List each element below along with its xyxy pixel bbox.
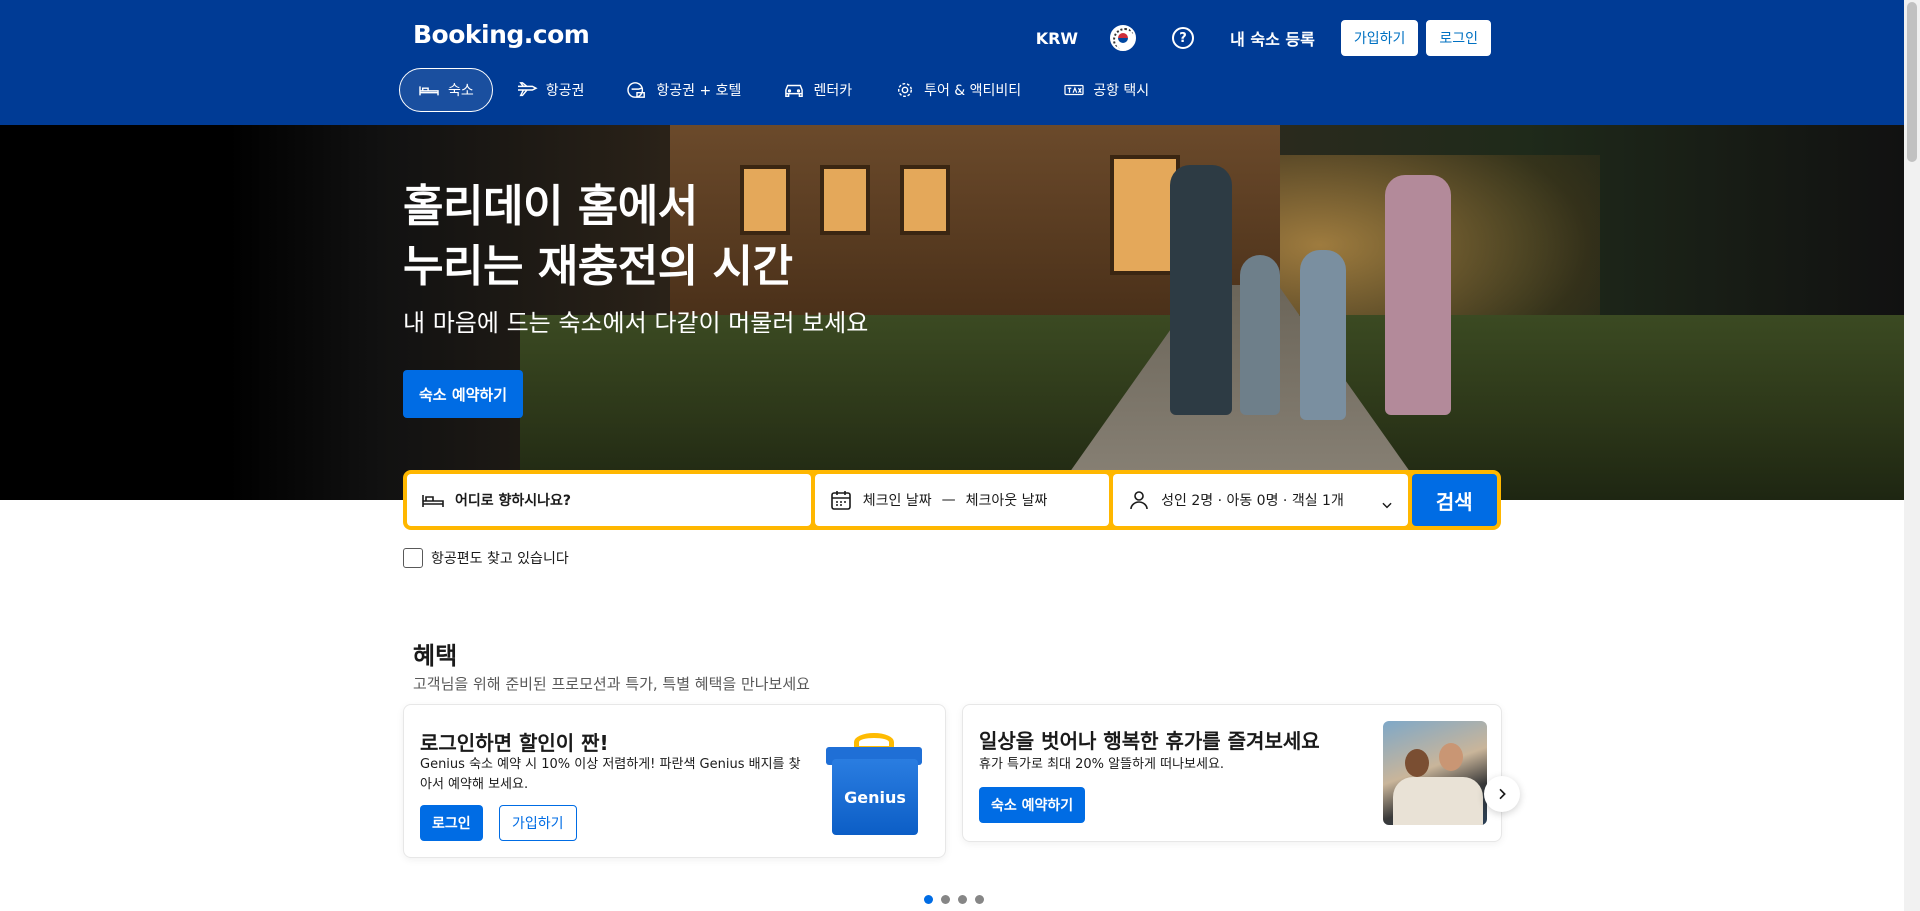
list-property-link[interactable]: 내 숙소 등록 xyxy=(1212,26,1333,50)
hero-title: 홀리데이 홈에서 누리는 재충전의 시간 xyxy=(403,177,793,297)
nav-label: 항공권 xyxy=(545,83,585,99)
card-title: 로그인하면 할인이 짠! xyxy=(420,731,609,755)
register-button[interactable]: 가입하기 xyxy=(1340,20,1419,56)
calendar-icon xyxy=(829,488,853,512)
flight-checkbox-label: 항공편도 찾고 있습니다 xyxy=(431,551,569,567)
checkout-label: 체크아웃 날짜 xyxy=(965,493,1048,509)
hero-subtitle: 내 마음에 드는 숙소에서 다같이 머물러 보세요 xyxy=(403,309,869,337)
photo-shape xyxy=(1405,749,1429,777)
plane-hotel-icon xyxy=(626,81,648,99)
chevron-down-icon xyxy=(1380,493,1394,509)
genius-offer-card: 로그인하면 할인이 짠! Genius 숙소 예약 시 10% 이상 저렴하게!… xyxy=(403,704,946,858)
destination-field[interactable]: 어디로 향하시나요? xyxy=(407,474,811,526)
card-book-button[interactable]: 숙소 예약하기 xyxy=(979,787,1086,823)
occupancy-field[interactable]: 성인 2명 · 아동 0명 · 객실 1개 xyxy=(1113,474,1408,526)
card-text: Genius 숙소 예약 시 10% 이상 저렴하게! 파란색 Genius 배… xyxy=(420,755,815,795)
attraction-icon xyxy=(894,81,916,99)
offers-subtitle: 고객님을 위해 준비된 프로모션과 특가, 특별 혜택을 만나보세요 xyxy=(413,675,810,693)
nav-label: 렌터카 xyxy=(813,83,853,99)
search-button[interactable]: 검색 xyxy=(1411,474,1497,526)
car-icon xyxy=(783,81,805,99)
header-actions: KRW ? 내 숙소 등록 가입하기 로그인 xyxy=(1022,20,1491,56)
language-flag-icon[interactable] xyxy=(1110,25,1137,51)
plane-icon xyxy=(516,81,538,99)
bed-icon xyxy=(418,81,440,99)
carousel-dot[interactable] xyxy=(975,895,984,904)
occupancy-label: 성인 2명 · 아동 0명 · 객실 1개 xyxy=(1161,493,1344,509)
photo-shape xyxy=(1439,743,1463,771)
card-text-line: 아서 예약해 보세요. xyxy=(420,777,529,792)
card-signin-button[interactable]: 로그인 xyxy=(420,805,483,841)
nav-label: 공항 택시 xyxy=(1093,83,1150,99)
date-field[interactable]: 체크인 날짜 — 체크아웃 날짜 xyxy=(814,474,1110,526)
date-dash: — xyxy=(941,492,956,508)
hero-person xyxy=(1170,165,1232,415)
chevron-right-icon xyxy=(1499,788,1506,800)
flight-checkbox-row[interactable]: 항공편도 찾고 있습니다 xyxy=(403,548,569,568)
genius-gift-icon: Genius xyxy=(824,733,922,843)
hero-book-button[interactable]: 숙소 예약하기 xyxy=(403,370,524,418)
product-nav: 숙소 항공권 항공권 + 호텔 렌터카 투어 & 액티비티 공항 택시 xyxy=(399,68,1172,112)
carousel-dot[interactable] xyxy=(941,895,950,904)
destination-placeholder: 어디로 향하시나요? xyxy=(455,493,572,509)
hero-window xyxy=(820,165,870,235)
taxi-icon xyxy=(1063,81,1085,99)
offers-title: 혜택 xyxy=(413,642,458,670)
page-scrollbar[interactable] xyxy=(1904,0,1920,911)
help-icon[interactable]: ? xyxy=(1172,27,1195,49)
hero-title-line: 홀리데이 홈에서 xyxy=(403,181,698,232)
flight-checkbox[interactable] xyxy=(403,548,423,568)
currency-selector[interactable]: KRW xyxy=(1022,29,1092,48)
signin-button[interactable]: 로그인 xyxy=(1426,20,1491,56)
carousel-dot[interactable] xyxy=(958,895,967,904)
nav-label: 투어 & 액티비티 xyxy=(924,83,1022,99)
nav-tab-attractions[interactable]: 투어 & 액티비티 xyxy=(875,68,1040,112)
card-register-button[interactable]: 가입하기 xyxy=(499,805,577,841)
couple-photo xyxy=(1383,721,1487,825)
nav-label: 숙소 xyxy=(448,83,474,99)
photo-shape xyxy=(1393,777,1483,825)
hero-person xyxy=(1385,175,1451,415)
booking-logo[interactable]: Booking.com xyxy=(413,20,590,49)
card-text-line: Genius 숙소 예약 시 10% 이상 저렴하게! 파란색 Genius 배… xyxy=(420,757,801,772)
card-title: 일상을 벗어나 행복한 휴가를 즐겨보세요 xyxy=(979,729,1320,753)
hero-person xyxy=(1300,250,1346,420)
scrollbar-thumb[interactable] xyxy=(1907,2,1917,162)
occupancy-group: 성인 2명 · 아동 0명 · 객실 1개 xyxy=(1127,488,1344,512)
nav-tab-car-rental[interactable]: 렌터카 xyxy=(764,68,871,112)
card-text: 휴가 특가로 최대 20% 알뜰하게 떠나보세요. xyxy=(979,757,1225,772)
nav-tab-flight-hotel[interactable]: 항공권 + 호텔 xyxy=(607,68,760,112)
hero-person xyxy=(1240,255,1280,415)
nav-label: 항공권 + 호텔 xyxy=(656,83,742,99)
nav-tab-stays[interactable]: 숙소 xyxy=(399,68,493,112)
person-icon xyxy=(1127,488,1151,512)
nav-tab-flights[interactable]: 항공권 xyxy=(497,68,604,112)
nav-tab-airport-taxi[interactable]: 공항 택시 xyxy=(1044,68,1168,112)
carousel-dot[interactable] xyxy=(924,895,933,904)
hero-window xyxy=(900,165,950,235)
hero-banner: 홀리데이 홈에서 누리는 재충전의 시간 내 마음에 드는 숙소에서 다같이 머… xyxy=(0,125,1904,500)
hero-title-line: 누리는 재충전의 시간 xyxy=(403,241,793,292)
checkin-label: 체크인 날짜 xyxy=(862,493,932,509)
top-header: Booking.com KRW ? 내 숙소 등록 가입하기 로그인 숙소 항공… xyxy=(0,0,1904,125)
bed-icon xyxy=(421,488,445,512)
genius-badge: Genius xyxy=(832,759,918,835)
carousel-dots xyxy=(924,895,992,904)
carousel-next-button[interactable] xyxy=(1484,776,1520,812)
search-bar: 어디로 향하시나요? 체크인 날짜 — 체크아웃 날짜 성인 2명 · 아동 0… xyxy=(403,470,1501,530)
vacation-offer-card: 일상을 벗어나 행복한 휴가를 즐겨보세요 휴가 특가로 최대 20% 알뜰하게… xyxy=(962,704,1502,842)
